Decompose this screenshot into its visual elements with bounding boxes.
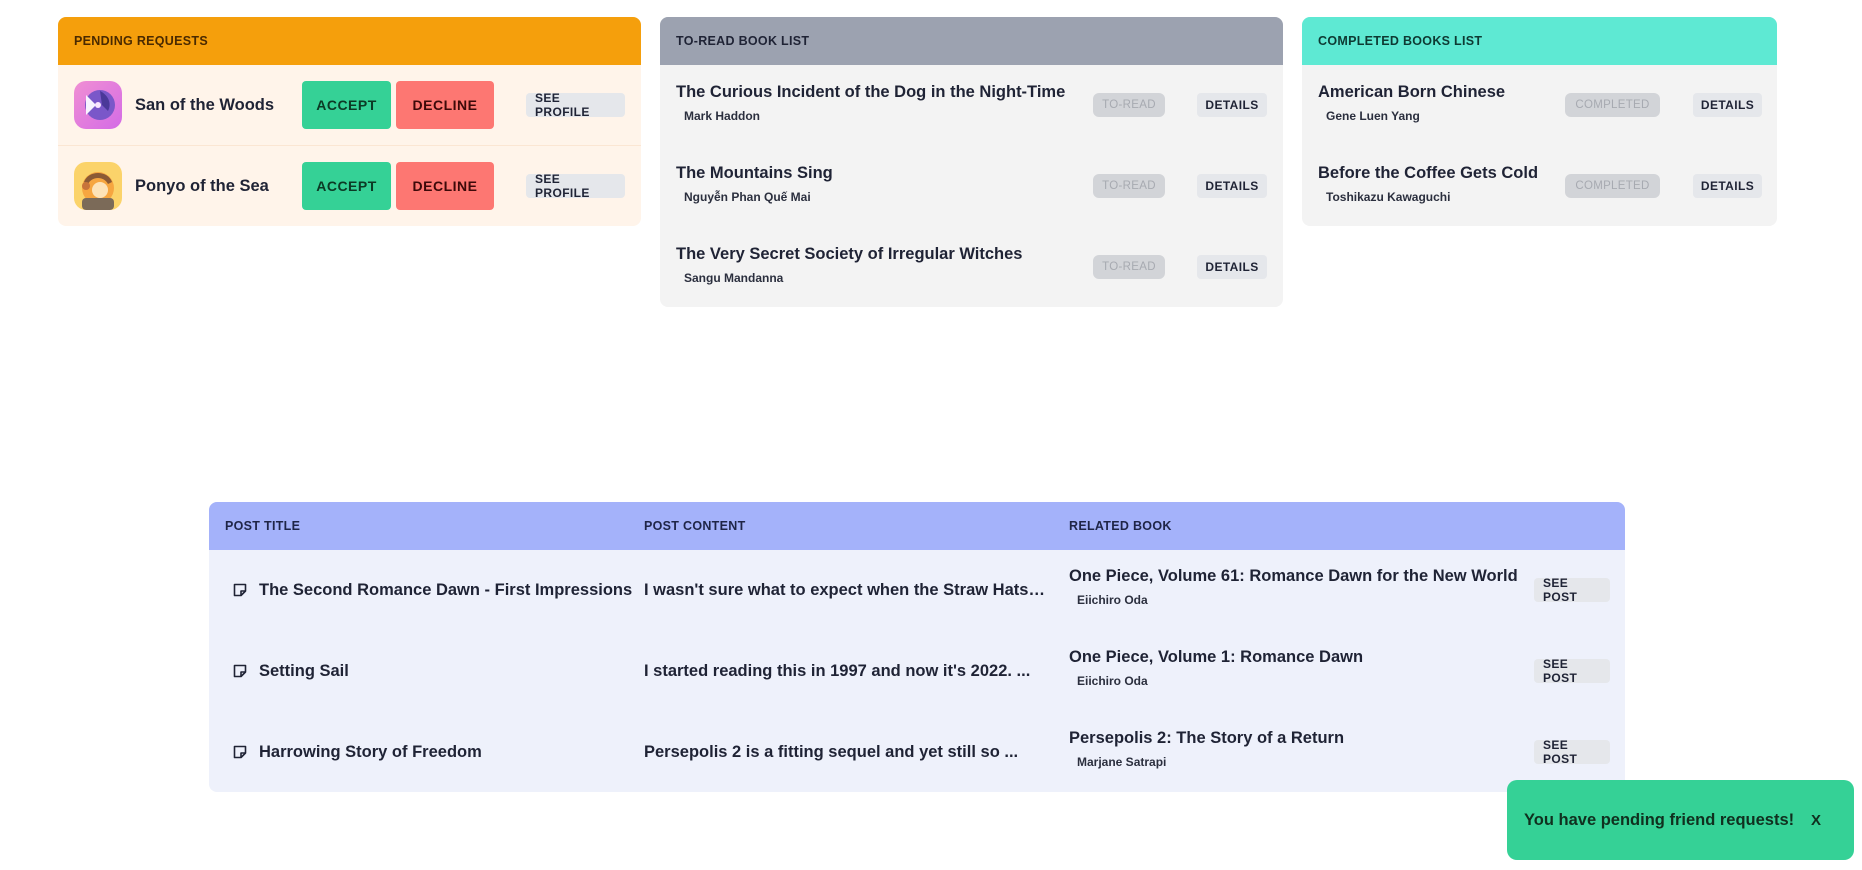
related-book-author: Eiichiro Oda [1077,593,1148,607]
book-row: American Born Chinese Gene Luen Yang COM… [1302,65,1777,146]
posts-table: POST TITLE POST CONTENT RELATED BOOK The… [209,502,1625,792]
book-author: Nguyễn Phan Quế Mai [684,190,811,204]
pending-requests-panel: PENDING REQUESTS San of the Woods ACCEPT… [58,17,641,226]
posts-table-header: POST TITLE POST CONTENT RELATED BOOK [209,502,1625,550]
to-read-header: TO-READ BOOK LIST [660,17,1283,65]
toast-close-button[interactable]: X [1807,808,1825,832]
related-book-column-header: RELATED BOOK [1069,519,1172,533]
post-title: Setting Sail [259,662,349,680]
see-profile-button[interactable]: SEE PROFILE [526,172,625,200]
ponyo-avatar-icon [74,162,122,210]
post-content: Persepolis 2 is a fitting sequel and yet… [644,712,1049,792]
post-title: The Second Romance Dawn - First Impressi… [259,581,633,599]
book-title: The Mountains Sing [676,164,833,182]
status-badge: TO-READ [1093,255,1165,279]
toast-message: You have pending friend requests! [1524,810,1795,829]
details-button[interactable]: DETAILS [1197,93,1267,117]
see-post-button[interactable]: SEE POST [1534,657,1610,685]
related-book-title: One Piece, Volume 61: Romance Dawn for t… [1069,567,1518,585]
post-content-text: I started reading this in 1997 and now i… [644,662,1031,680]
table-row: The Second Romance Dawn - First Impressi… [209,550,1625,631]
post-note-icon [233,583,247,597]
related-book-author: Marjane Satrapi [1077,755,1167,769]
book-title: The Very Secret Society of Irregular Wit… [676,245,1023,263]
post-note-icon [233,745,247,759]
post-content-column-header: POST CONTENT [644,519,746,533]
post-title-column-header: POST TITLE [225,519,301,533]
related-book-title: Persepolis 2: The Story of a Return [1069,729,1345,747]
book-row: The Mountains Sing Nguyễn Phan Quế Mai T… [660,146,1283,227]
status-badge: TO-READ [1093,174,1165,198]
accept-button[interactable]: ACCEPT [302,162,391,210]
post-title: Harrowing Story of Freedom [259,743,482,761]
post-content: I started reading this in 1997 and now i… [644,631,1049,712]
book-title: Before the Coffee Gets Cold [1318,164,1539,182]
request-name: Ponyo of the Sea [135,177,269,195]
status-badge: COMPLETED [1565,93,1660,117]
post-content-text: I wasn't sure what to expect when the St… [644,581,1049,599]
see-profile-button[interactable]: SEE PROFILE [526,91,625,119]
status-badge: TO-READ [1093,93,1165,117]
status-badge: COMPLETED [1565,174,1660,198]
post-note-icon [233,664,247,678]
related-book-author: Eiichiro Oda [1077,674,1148,688]
request-row: San of the Woods ACCEPT DECLINE SEE PROF… [58,65,641,146]
see-post-button[interactable]: SEE POST [1534,576,1610,604]
post-content: I wasn't sure what to expect when the St… [644,550,1049,631]
see-post-button[interactable]: SEE POST [1534,738,1610,766]
details-button[interactable]: DETAILS [1693,93,1762,117]
decline-button[interactable]: DECLINE [396,81,494,129]
book-author: Toshikazu Kawaguchi [1326,190,1451,204]
request-row: Ponyo of the Sea ACCEPT DECLINE SEE PROF… [58,146,641,226]
pending-requests-header: PENDING REQUESTS [58,17,641,65]
table-row: Setting Sail I started reading this in 1… [209,631,1625,712]
book-row: The Very Secret Society of Irregular Wit… [660,227,1283,307]
book-row: Before the Coffee Gets Cold Toshikazu Ka… [1302,146,1777,226]
book-author: Sangu Mandanna [684,271,784,285]
book-title: American Born Chinese [1318,83,1506,101]
completed-header: COMPLETED BOOKS LIST [1302,17,1777,65]
book-title: The Curious Incident of the Dog in the N… [676,83,1066,101]
post-content-text: Persepolis 2 is a fitting sequel and yet… [644,743,1019,761]
book-author: Gene Luen Yang [1326,109,1420,123]
to-read-book-list-panel: TO-READ BOOK LIST The Curious Incident o… [660,17,1283,307]
decline-button[interactable]: DECLINE [396,162,494,210]
details-button[interactable]: DETAILS [1197,174,1267,198]
request-name: San of the Woods [135,96,275,114]
related-book-title: One Piece, Volume 1: Romance Dawn [1069,648,1364,666]
accept-button[interactable]: ACCEPT [302,81,391,129]
san-avatar-icon [74,81,122,129]
book-row: The Curious Incident of the Dog in the N… [660,65,1283,146]
notification-toast: You have pending friend requests! X [1507,780,1854,860]
completed-books-list-panel: COMPLETED BOOKS LIST American Born Chine… [1302,17,1777,226]
table-row: Harrowing Story of Freedom Persepolis 2 … [209,712,1625,792]
book-author: Mark Haddon [684,109,761,123]
details-button[interactable]: DETAILS [1197,255,1267,279]
details-button[interactable]: DETAILS [1693,174,1762,198]
